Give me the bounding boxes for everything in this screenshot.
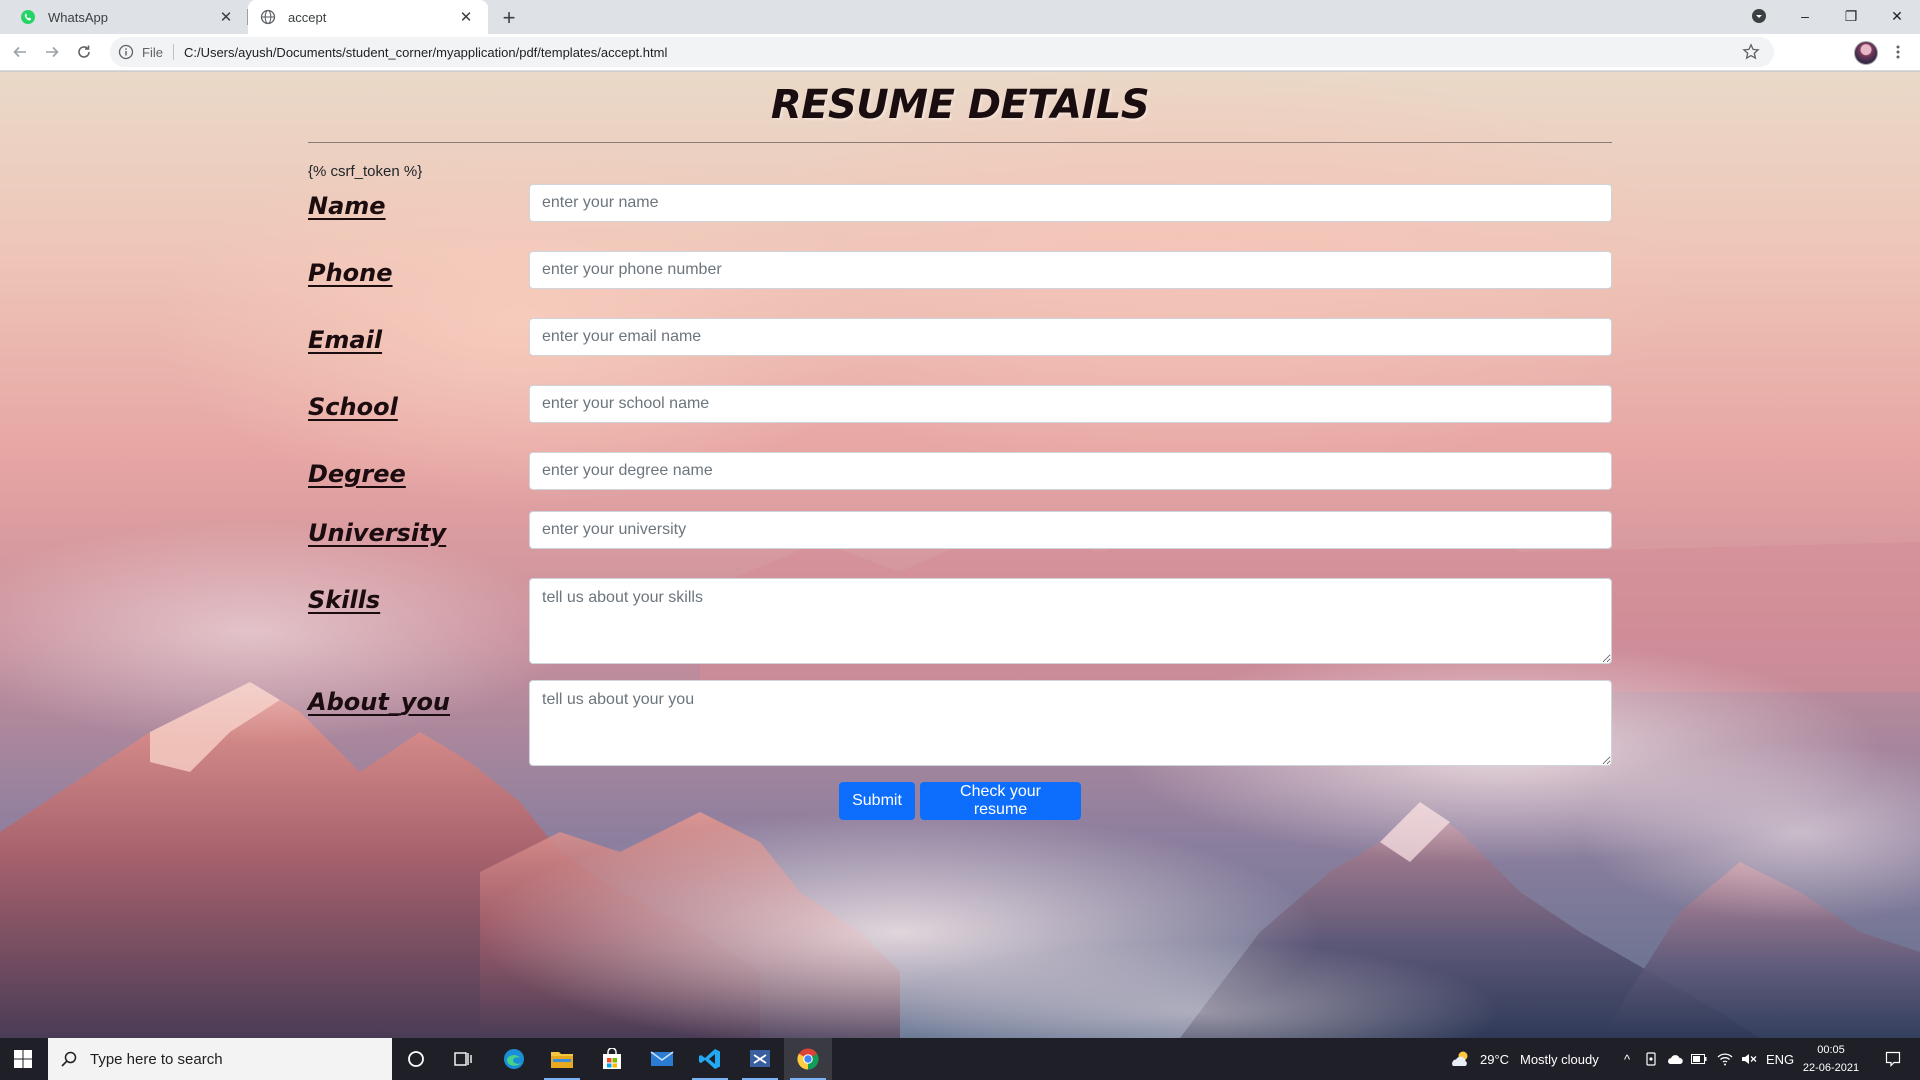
start-button[interactable] (0, 1038, 46, 1080)
skills-textarea[interactable] (529, 578, 1612, 664)
check-resume-button[interactable]: Check your resume (920, 782, 1081, 820)
back-button[interactable] (6, 38, 34, 66)
tab-accept[interactable]: accept ✕ (248, 0, 488, 34)
university-label: University (308, 519, 447, 547)
name-label: Name (308, 192, 386, 220)
edge-icon (504, 1049, 524, 1069)
mail-button[interactable] (638, 1038, 686, 1080)
address-bar[interactable]: File C:/Users/ayush/Documents/student_co… (110, 37, 1774, 67)
clock-time: 00:05 (1817, 1044, 1845, 1056)
info-icon[interactable] (118, 44, 134, 60)
task-view-button[interactable] (440, 1038, 488, 1080)
windows-logo-icon (14, 1050, 32, 1068)
chevron-up-icon[interactable]: ^ (1616, 1038, 1638, 1080)
search-placeholder: Type here to search (90, 1050, 223, 1068)
scheme-label: File (142, 44, 163, 60)
windows-taskbar: Type here to search 29°C Mostly cloudy ^ (0, 1038, 1920, 1080)
bookmark-star-icon[interactable] (1742, 43, 1760, 61)
about-you-label: About_you (308, 688, 451, 716)
school-label: School (308, 393, 398, 421)
chrome-button[interactable] (784, 1038, 832, 1080)
whatsapp-icon (21, 10, 35, 24)
weather-icon[interactable] (1450, 1038, 1472, 1080)
file-explorer-icon (551, 1052, 573, 1068)
task-view-icon (454, 1052, 472, 1066)
skills-label: Skills (308, 586, 381, 614)
url-text[interactable]: C:/Users/ayush/Documents/student_corner/… (184, 45, 667, 60)
close-tab-icon[interactable]: ✕ (216, 7, 236, 27)
school-input[interactable] (529, 385, 1612, 423)
back-arrow-icon (13, 46, 26, 58)
degree-label: Degree (308, 460, 406, 488)
tab-title: accept (288, 9, 327, 25)
battery-icon[interactable] (1688, 1038, 1710, 1080)
store-button[interactable] (588, 1038, 636, 1080)
forward-arrow-icon (46, 46, 59, 58)
weather-condition[interactable]: Mostly cloudy (1520, 1038, 1599, 1080)
browser-tab-strip: WhatsApp ✕ accept ✕ + – ❐ ✕ (0, 0, 1920, 34)
kebab-menu-icon (1896, 45, 1900, 59)
taskbar-search-box[interactable]: Type here to search (48, 1038, 392, 1080)
cortana-button[interactable] (392, 1038, 440, 1080)
language-indicator[interactable]: ENG (1766, 1038, 1794, 1080)
onedrive-icon[interactable] (1664, 1038, 1686, 1080)
vscode-icon (699, 1049, 720, 1069)
chrome-icon (797, 1048, 819, 1070)
university-input[interactable] (529, 511, 1612, 549)
resume-form-container: RESUME DETAILS {% csrf_token %} Name Pho… (308, 72, 1612, 1038)
tab-title: WhatsApp (48, 9, 108, 25)
reload-icon (78, 45, 90, 58)
page-viewport: RESUME DETAILS {% csrf_token %} Name Pho… (0, 72, 1920, 1038)
meet-now-icon[interactable] (1640, 1038, 1662, 1080)
notifications-icon[interactable] (1878, 1038, 1908, 1080)
restore-button[interactable]: ❐ (1828, 0, 1874, 32)
store-icon (603, 1048, 621, 1069)
minimize-button[interactable]: – (1782, 0, 1828, 32)
cortana-icon (408, 1051, 424, 1067)
phone-input[interactable] (529, 251, 1612, 289)
browser-toolbar: File C:/Users/ayush/Documents/student_co… (0, 34, 1920, 71)
about-you-textarea[interactable] (529, 680, 1612, 766)
clock-date: 22-06-2021 (1802, 1062, 1860, 1074)
wifi-icon[interactable] (1714, 1038, 1736, 1080)
vscode-button[interactable] (686, 1038, 734, 1080)
browser-menu-button[interactable] (1884, 38, 1912, 66)
forward-button[interactable] (38, 38, 66, 66)
globe-icon (260, 9, 276, 25)
phone-label: Phone (308, 259, 393, 287)
weather-temperature[interactable]: 29°C (1480, 1038, 1509, 1080)
degree-input[interactable] (529, 452, 1612, 490)
new-tab-button[interactable]: + (496, 5, 522, 31)
file-explorer-button[interactable] (538, 1038, 586, 1080)
profile-avatar[interactable] (1854, 41, 1878, 65)
heading-divider (308, 142, 1612, 143)
email-label: Email (308, 326, 383, 354)
snipping-tool-button[interactable] (736, 1038, 784, 1080)
system-clock[interactable]: 00:05 22-06-2021 (1796, 1041, 1866, 1077)
omnibox-divider (172, 44, 174, 60)
tab-whatsapp[interactable]: WhatsApp ✕ (8, 0, 248, 34)
mail-icon (650, 1051, 674, 1066)
profile-menu-icon[interactable] (1736, 0, 1782, 32)
close-tab-icon[interactable]: ✕ (456, 7, 476, 27)
name-input[interactable] (529, 184, 1612, 222)
page-title: RESUME DETAILS (770, 82, 1150, 128)
volume-muted-icon[interactable] (1738, 1038, 1760, 1080)
edge-button[interactable] (490, 1038, 538, 1080)
reload-button[interactable] (70, 38, 98, 66)
snipping-tool-icon (750, 1050, 770, 1067)
submit-button[interactable]: Submit (839, 782, 915, 820)
search-icon (61, 1051, 77, 1067)
email-input[interactable] (529, 318, 1612, 356)
csrf-token-text: {% csrf_token %} (308, 163, 423, 180)
close-window-button[interactable]: ✕ (1874, 0, 1920, 32)
